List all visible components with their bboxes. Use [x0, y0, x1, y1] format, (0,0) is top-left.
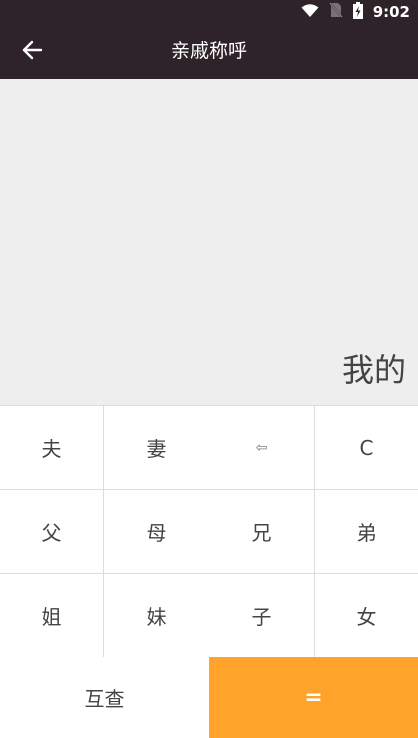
key-father[interactable]: 父	[0, 490, 103, 573]
equals-button[interactable]: =	[209, 657, 418, 738]
key-wife[interactable]: 妻	[104, 406, 209, 489]
divider	[103, 406, 104, 657]
swap-lookup-button[interactable]: 互查	[0, 657, 209, 738]
status-bar: 9:02	[0, 0, 418, 24]
key-mother[interactable]: 母	[104, 490, 209, 573]
keypad: 夫 妻 ⇦ C 父 母 兄 弟 姐 妹 子 女	[0, 405, 418, 657]
arrow-left-icon	[21, 39, 43, 65]
key-elder-sister[interactable]: 姐	[0, 574, 103, 657]
key-daughter[interactable]: 女	[315, 574, 418, 657]
app-bar: 亲戚称呼	[0, 24, 418, 79]
clear-button[interactable]: C	[315, 406, 418, 489]
bottom-row: 互查 =	[0, 657, 418, 738]
key-younger-sister[interactable]: 妹	[104, 574, 209, 657]
page-title: 亲戚称呼	[170, 40, 247, 62]
key-son[interactable]: 子	[209, 574, 314, 657]
backspace-button[interactable]: ⇦	[209, 406, 314, 489]
key-younger-brother[interactable]: 弟	[315, 490, 418, 573]
status-icons: 9:02	[301, 0, 410, 24]
result-display: 我的	[0, 79, 418, 405]
divider	[0, 489, 418, 490]
key-elder-brother[interactable]: 兄	[209, 490, 314, 573]
status-time: 9:02	[372, 3, 410, 21]
no-sim-icon	[328, 2, 343, 22]
divider	[0, 573, 418, 574]
battery-charging-icon	[352, 1, 363, 23]
display-text: 我的	[341, 351, 406, 389]
divider	[314, 406, 315, 657]
wifi-icon	[301, 3, 319, 22]
key-husband[interactable]: 夫	[0, 406, 103, 489]
back-button[interactable]	[14, 34, 50, 70]
